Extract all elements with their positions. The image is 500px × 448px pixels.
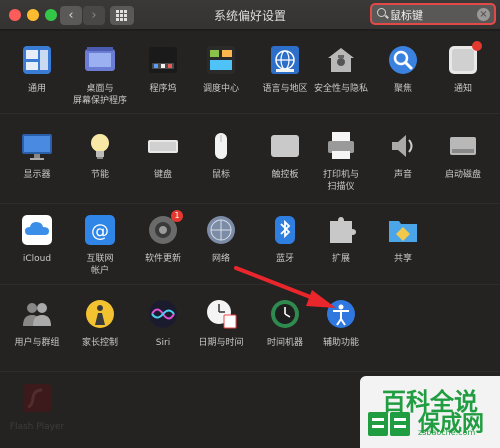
- printers-icon: [324, 129, 358, 163]
- keyboard-icon: [146, 129, 180, 163]
- pane-label: 共享: [393, 254, 412, 264]
- flash-icon: [20, 381, 54, 415]
- update-count-badge: 1: [171, 210, 183, 222]
- pane-timemachine[interactable]: 时间机器: [252, 297, 316, 373]
- pane-spotlight[interactable]: 聚焦: [370, 43, 434, 119]
- pane-displays[interactable]: 显示器: [4, 129, 68, 205]
- pane-internet[interactable]: @ 互联网 帐户: [67, 213, 131, 289]
- parental-icon: [83, 297, 117, 331]
- zoom-window-button[interactable]: [45, 9, 57, 21]
- pane-desktop[interactable]: 桌面与 屏幕保护程序: [67, 43, 131, 119]
- mission-icon: [204, 43, 238, 77]
- pane-mouse[interactable]: 鼠标: [188, 129, 252, 205]
- pane-energy[interactable]: 节能: [67, 129, 131, 205]
- accessibility-icon: [324, 297, 358, 331]
- watermark-logo-icon: [368, 412, 410, 436]
- window-title: 系统偏好设置: [213, 9, 286, 23]
- icloud-icon: [20, 213, 54, 247]
- notifications-icon: [446, 41, 482, 77]
- title-bar: ‹ › 系统偏好设置 鼠标键 ×: [0, 0, 500, 30]
- row-divider: [0, 203, 500, 204]
- energy-icon: [83, 129, 117, 163]
- pane-label: 启动磁盘: [444, 170, 481, 180]
- pane-users[interactable]: 用户与群组: [4, 297, 68, 373]
- pane-startup[interactable]: 启动磁盘: [430, 129, 494, 205]
- close-window-button[interactable]: [9, 9, 21, 21]
- pane-general[interactable]: 通用: [4, 43, 68, 119]
- show-all-grid-button[interactable]: [110, 6, 134, 25]
- row-divider: [0, 113, 500, 114]
- pane-bluetooth[interactable]: 蓝牙: [252, 213, 316, 289]
- language-icon: [268, 43, 302, 77]
- clear-search-icon[interactable]: ×: [477, 8, 490, 21]
- row-divider: [0, 371, 500, 372]
- timemachine-icon: [268, 297, 302, 331]
- pane-label: 日期与时间: [198, 338, 244, 348]
- sound-icon: [386, 129, 420, 163]
- search-icon: [377, 8, 386, 17]
- pane-notifications[interactable]: 通知: [430, 41, 494, 119]
- pane-siri[interactable]: Siri: [130, 297, 194, 373]
- pane-accessibility[interactable]: 辅助功能: [308, 297, 372, 373]
- pane-label: 鼠标: [211, 170, 230, 180]
- bluetooth-icon: [268, 213, 302, 247]
- pane-mission[interactable]: 调度中心: [188, 43, 252, 119]
- pane-keyboard[interactable]: 键盘: [130, 129, 194, 205]
- pane-datetime[interactable]: 日期与时间: [188, 297, 252, 373]
- internet-icon: @: [83, 213, 117, 247]
- users-icon: [20, 297, 54, 331]
- general-icon: [20, 43, 54, 77]
- svg-text:@: @: [91, 221, 109, 242]
- pane-extensions[interactable]: 扩展: [308, 213, 372, 289]
- startup-icon: [446, 129, 480, 163]
- network-icon: [204, 213, 238, 247]
- pane-label: 网络: [211, 254, 230, 264]
- pane-security[interactable]: 安全性与隐私: [308, 43, 372, 119]
- siri-icon: [146, 297, 180, 331]
- pane-update[interactable]: 1 软件更新: [130, 210, 194, 289]
- displays-icon: [20, 129, 54, 163]
- pane-flash[interactable]: Flash Player: [4, 381, 68, 448]
- row-divider: [0, 284, 500, 285]
- pane-dock[interactable]: 程序坞: [130, 43, 194, 119]
- pane-parental[interactable]: 家长控制: [67, 297, 131, 373]
- trackpad-icon: [268, 129, 302, 163]
- spotlight-icon: [386, 43, 420, 77]
- pane-label: 通知: [453, 84, 472, 94]
- minimize-window-button[interactable]: [27, 9, 39, 21]
- forward-button[interactable]: ›: [83, 6, 105, 25]
- extensions-icon: [324, 213, 358, 247]
- search-query[interactable]: 鼠标键: [390, 7, 423, 23]
- pane-label: Flash Player: [9, 422, 65, 432]
- pane-label: 调度中心: [202, 84, 239, 94]
- security-icon: [324, 43, 358, 77]
- pane-label: 辅助功能: [322, 338, 359, 348]
- search-field[interactable]: 鼠标键 ×: [370, 3, 496, 25]
- pane-language[interactable]: 语言与地区: [252, 43, 316, 119]
- watermark-url: zsbaoche.com: [418, 428, 476, 437]
- mouse-icon: [204, 129, 238, 163]
- datetime-icon: [204, 297, 238, 331]
- dock-icon: [146, 43, 180, 77]
- sharing-icon: [386, 213, 420, 247]
- pane-trackpad[interactable]: 触控板: [252, 129, 316, 205]
- update-icon: 1: [146, 210, 183, 247]
- pane-sound[interactable]: 声音: [370, 129, 434, 205]
- pane-printers[interactable]: 打印机与 扫描仪: [308, 129, 372, 205]
- back-button[interactable]: ‹: [60, 6, 82, 25]
- pane-icloud[interactable]: iCloud: [4, 213, 68, 289]
- watermark: 百科全说 保成网 zsbaoche.com: [360, 376, 500, 448]
- pane-network[interactable]: 网络: [188, 213, 252, 289]
- pane-sharing[interactable]: 共享: [370, 213, 434, 289]
- notification-dot-icon: [472, 41, 482, 51]
- desktop-icon: [83, 43, 117, 77]
